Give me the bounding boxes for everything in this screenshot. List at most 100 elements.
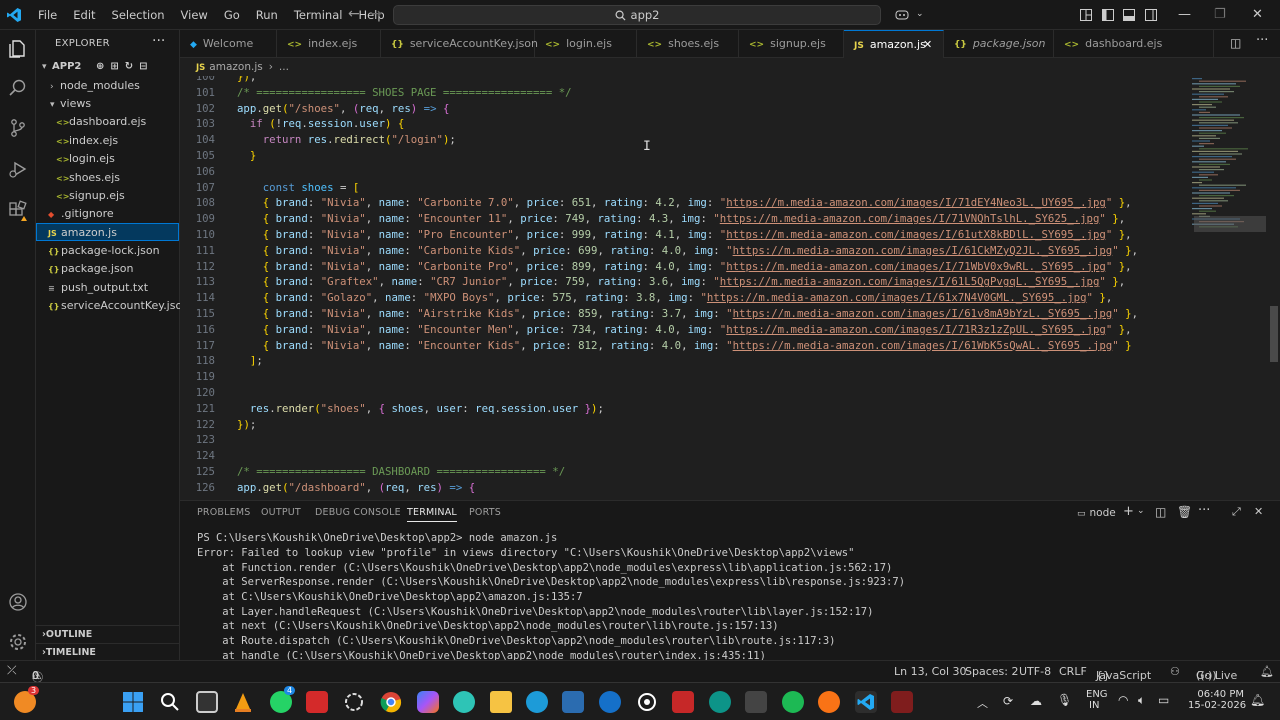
tree-item-views[interactable]: ▾ views (36, 95, 179, 113)
search-view-icon[interactable] (7, 77, 29, 99)
windows-start-icon[interactable] (122, 691, 144, 713)
chevron-up-icon[interactable]: ︿ (977, 695, 988, 711)
more-actions-icon[interactable]: ··· (1198, 503, 1210, 518)
battery-icon[interactable]: ▭ (1158, 693, 1169, 707)
tree-item-signup-ejs[interactable]: <>signup.ejs (36, 187, 179, 205)
source-control-icon[interactable] (7, 117, 29, 139)
tree-item-shoes-ejs[interactable]: <>shoes.ejs (36, 169, 179, 187)
close-tab-icon[interactable]: ✕ (923, 31, 932, 59)
toggle-panel-icon[interactable] (1122, 8, 1136, 22)
mcafee-icon[interactable] (672, 691, 694, 713)
chevron-down-icon[interactable]: ⌄ (916, 9, 924, 19)
task-view-icon[interactable] (196, 691, 218, 713)
extensions-icon[interactable] (7, 200, 29, 222)
input-language[interactable]: ENG IN (1086, 689, 1108, 711)
more-actions-icon[interactable]: ··· (1256, 33, 1268, 48)
explorer-toolbar-icons[interactable]: ⊕⊞↻⊟ (96, 58, 154, 76)
vscode-taskbar-icon[interactable] (855, 691, 877, 713)
indentation[interactable]: Spaces: 2 (965, 665, 1018, 678)
tab-output[interactable]: OUTPUT (261, 507, 301, 518)
spotify-icon[interactable] (782, 691, 804, 713)
restore-icon[interactable]: ❐ (1214, 7, 1226, 22)
close-window-icon[interactable]: ✕ (1252, 7, 1263, 22)
onedrive-sync-icon[interactable]: ⟳ (1003, 694, 1013, 708)
more-actions-icon[interactable]: ··· (152, 33, 165, 49)
vscode-logo-icon[interactable] (6, 7, 22, 23)
tree-item-login-ejs[interactable]: <>login.ejs (36, 150, 179, 168)
account-icon[interactable] (7, 591, 29, 613)
tab-login-ejs[interactable]: <> login.ejs (535, 30, 637, 58)
postman-icon[interactable] (818, 691, 840, 713)
tab-shoes-ejs[interactable]: <> shoes.ejs (637, 30, 739, 58)
kill-terminal-icon[interactable]: 🗑 (1177, 505, 1192, 519)
chevron-down-icon[interactable]: ⌄ (1137, 506, 1145, 516)
tab-welcome[interactable]: ◆ Welcome (180, 30, 277, 58)
tab-debug-console[interactable]: DEBUG CONSOLE (315, 507, 401, 518)
git-tool-icon[interactable] (745, 691, 767, 713)
copilot-icon[interactable] (895, 8, 909, 22)
copilot-status-icon[interactable]: ⚇ (1170, 665, 1180, 678)
terminal-app-icon[interactable] (891, 691, 913, 713)
clock[interactable]: 06:40 PM 15-02-2026 (1188, 689, 1246, 711)
terminal-shell-selector[interactable]: ▭ node (1077, 507, 1116, 519)
microphone-icon[interactable]: 🎙︎ (1057, 693, 1072, 707)
breadcrumb-symbol[interactable]: ... (279, 61, 289, 73)
tree-item-node-modules[interactable]: › node_modules (36, 77, 179, 95)
timeline-section[interactable]: ›TIMELINE (36, 643, 179, 661)
edge-dev-icon[interactable] (453, 691, 475, 713)
encoding[interactable]: UTF-8 (1019, 665, 1051, 678)
tab-ports[interactable]: PORTS (469, 507, 501, 518)
app-icon[interactable] (709, 691, 731, 713)
search-icon[interactable] (159, 691, 181, 713)
workspace-root[interactable]: ▾ APP2 ⊕⊞↻⊟ (36, 58, 179, 76)
explorer-icon[interactable] (7, 38, 29, 60)
tree-item-amazon-js[interactable]: JS amazon.js (36, 223, 179, 241)
command-center-search[interactable]: app2 (393, 5, 881, 25)
tab-index-ejs[interactable]: <> index.ejs (277, 30, 381, 58)
whatsapp-icon[interactable]: 4 (270, 686, 296, 713)
close-panel-icon[interactable]: ✕ (1254, 505, 1263, 518)
customize-layout-icon[interactable] (1079, 8, 1093, 22)
cursor-position[interactable]: Ln 13, Col 30 (894, 665, 967, 678)
new-terminal-icon[interactable]: + (1123, 504, 1134, 519)
cloud-icon[interactable]: ☁ (1030, 694, 1042, 708)
weather-widget-icon[interactable]: 3 (14, 686, 40, 713)
split-terminal-icon[interactable]: ◫ (1155, 505, 1166, 519)
openai-icon[interactable] (636, 691, 658, 713)
tree-item-gitignore[interactable]: ◆ .gitignore (36, 205, 179, 223)
chrome-icon[interactable] (380, 691, 402, 713)
maximize-panel-icon[interactable]: ⤢ (1232, 505, 1241, 519)
menu-selection[interactable]: Selection (104, 0, 173, 30)
split-editor-icon[interactable]: ◫ (1230, 36, 1241, 50)
tree-item-serviceaccountkey-json[interactable]: {} serviceAccountKey.json (36, 297, 189, 315)
tab-dashboard-ejs[interactable]: <> dashboard.ejs (1054, 30, 1214, 58)
notification-center-icon[interactable]: 🔔︎ (1250, 693, 1265, 707)
edge-icon[interactable] (526, 691, 548, 713)
tab-problems[interactable]: PROBLEMS (197, 507, 250, 518)
tab-signup-ejs[interactable]: <> signup.ejs (739, 30, 844, 58)
minimize-icon[interactable]: — (1178, 7, 1191, 22)
manage-gear-icon[interactable] (7, 631, 29, 653)
chatgpt-icon[interactable] (343, 691, 365, 713)
menu-run[interactable]: Run (248, 0, 286, 30)
hp-icon[interactable] (599, 691, 621, 713)
menu-file[interactable]: File (30, 0, 65, 30)
pdf-reader-icon[interactable] (306, 691, 328, 713)
tab-terminal[interactable]: TERMINAL (407, 507, 457, 522)
menu-view[interactable]: View (173, 0, 216, 30)
remote-indicator-icon[interactable]: ⤫ (7, 663, 17, 678)
code-editor[interactable]: 100}); 101/* ================= SHOES PAGE… (180, 76, 1188, 500)
outline-section[interactable]: ›OUTLINE (36, 625, 179, 643)
tree-item-dashboard-ejs[interactable]: <>dashboard.ejs (36, 113, 179, 131)
menu-go[interactable]: Go (216, 0, 248, 30)
menu-edit[interactable]: Edit (65, 0, 103, 30)
notifications-bell-icon[interactable]: 🔔︎ (1260, 665, 1274, 678)
speaker-icon[interactable]: 🔈︎ (1138, 693, 1145, 708)
tab-serviceaccountkey-json[interactable]: {} serviceAccountKey.json (381, 30, 538, 58)
toggle-sidebar-icon[interactable] (1101, 8, 1115, 22)
end-of-line[interactable]: CRLF (1059, 665, 1087, 678)
toggle-secondary-sidebar-icon[interactable] (1144, 8, 1158, 22)
terminal-output[interactable]: PS C:\Users\Koushik\OneDrive\Desktop\app… (197, 531, 1267, 662)
back-arrow-icon[interactable]: ← (348, 6, 360, 22)
tree-item-package-lock-json[interactable]: {} package-lock.json (36, 242, 179, 260)
